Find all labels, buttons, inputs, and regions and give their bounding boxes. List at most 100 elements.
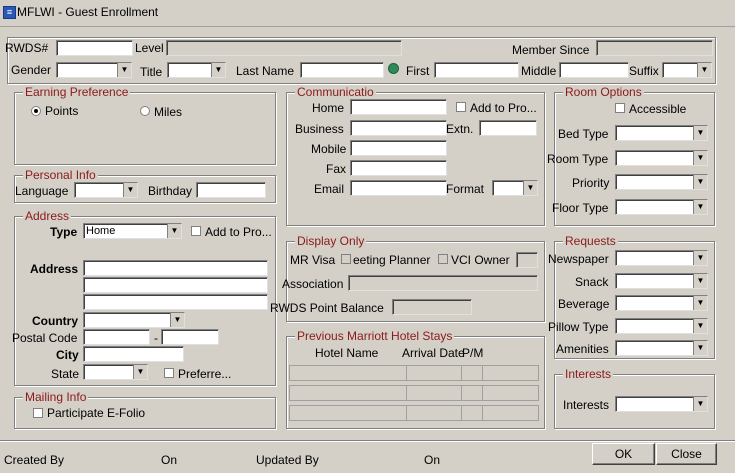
address-line3-input[interactable] [83,294,268,310]
rwds-point-balance-field [392,299,472,315]
created-by-label: Created By [4,453,65,467]
chevron-down-icon: ▼ [693,151,707,165]
previous-stays-title: Previous Marriott Hotel Stays [295,329,455,343]
newspaper-select[interactable]: ▼ [615,250,708,266]
footer-divider [0,440,735,442]
amenities-select[interactable]: ▼ [615,340,708,356]
state-select[interactable]: ▼ [83,364,148,380]
participate-efolio-checkbox[interactable] [33,408,43,418]
last-name-label: Last Name [236,64,295,78]
first-name-input[interactable] [434,62,519,78]
postal-code-ext-input[interactable] [161,329,219,345]
email-format-label: Format [446,182,485,196]
rwds-point-balance-label: RWDS Point Balance [270,301,384,315]
home-phone-input[interactable] [350,99,447,115]
email-input[interactable] [350,180,447,196]
table-cell[interactable] [482,365,539,381]
room-type-label: Room Type [547,152,609,166]
gender-select[interactable]: ▼ [56,62,132,78]
room-type-select[interactable]: ▼ [615,150,708,166]
miles-radio[interactable] [140,106,150,116]
accessible-checkbox[interactable] [615,103,625,113]
rwds-input[interactable] [56,40,133,56]
city-input[interactable] [83,346,184,362]
table-cell[interactable] [461,405,483,421]
chevron-down-icon: ▼ [117,63,131,77]
suffix-select[interactable]: ▼ [662,62,712,78]
floor-type-label: Floor Type [552,201,609,215]
address-label: Address [30,262,79,276]
column-hotel-name: Hotel Name [315,346,379,360]
title-bar: ≡ MFLWI - Guest Enrollment [0,0,735,27]
earning-preference-title: Earning Preference [23,85,131,99]
table-cell[interactable] [406,385,462,401]
preferred-address-checkbox[interactable] [164,368,174,378]
address-type-select[interactable]: Home ▼ [83,223,182,239]
table-cell[interactable] [406,365,462,381]
table-cell[interactable] [406,405,462,421]
interests-label: Interests [563,398,610,412]
mobile-phone-input[interactable] [350,140,447,156]
amenities-label: Amenities [556,342,609,356]
table-cell[interactable] [461,365,483,381]
address-type-value: Home [86,225,116,237]
member-since-label: Member Since [512,43,590,57]
address-line1-input[interactable] [83,260,268,276]
fax-input[interactable] [350,160,447,176]
interests-title: Interests [563,367,614,381]
communication-title: Communicatio [295,85,376,99]
business-phone-input[interactable] [350,120,447,136]
chevron-down-icon: ▼ [693,175,707,189]
mr-visa-checkbox [341,254,351,264]
home-phone-label: Home [312,101,345,115]
interests-select[interactable]: ▼ [615,396,708,412]
window-title: MFLWI - Guest Enrollment [17,5,159,19]
meeting-planner-checkbox [438,254,448,264]
birthday-input[interactable] [196,182,266,198]
address-line2-input[interactable] [83,277,268,293]
priority-select[interactable]: ▼ [615,174,708,190]
close-button[interactable]: Close [656,443,717,465]
table-cell[interactable] [461,385,483,401]
language-select[interactable]: ▼ [74,182,138,198]
city-label: City [56,348,79,362]
address-title: Address [23,209,72,223]
extension-input[interactable] [479,120,537,136]
middle-name-input[interactable] [559,62,629,78]
snack-label: Snack [575,275,609,289]
chevron-down-icon: ▼ [693,296,707,310]
last-name-input[interactable] [300,62,384,78]
points-radio[interactable] [31,106,41,116]
vci-owner-field [516,252,538,268]
vci-owner-label: VCI Owner [451,253,510,267]
postal-separator: - [154,331,158,345]
title-select[interactable]: ▼ [167,62,226,78]
table-cell[interactable] [482,385,539,401]
ok-button[interactable]: OK [592,443,655,465]
table-cell[interactable] [482,405,539,421]
beverage-select[interactable]: ▼ [615,295,708,311]
table-cell[interactable] [289,385,407,401]
address-type-label: Type [50,225,78,239]
postal-code-input[interactable] [83,329,150,345]
points-label: Points [45,104,79,118]
business-phone-label: Business [295,122,344,136]
middle-name-label: Middle [521,64,557,78]
bed-type-select[interactable]: ▼ [615,125,708,141]
country-select[interactable]: ▼ [83,312,185,328]
table-cell[interactable] [289,405,407,421]
floor-type-select[interactable]: ▼ [615,199,708,215]
comm-add-to-profile-checkbox[interactable] [456,102,466,112]
globe-icon[interactable] [388,63,399,74]
created-on-label: On [161,453,178,467]
snack-select[interactable]: ▼ [615,273,708,289]
address-add-to-profile-checkbox[interactable] [191,226,201,236]
beverage-label: Beverage [558,297,610,311]
personal-info-title: Personal Info [23,168,98,182]
pillow-type-select[interactable]: ▼ [615,318,708,334]
email-format-select[interactable]: ▼ [492,180,538,196]
chevron-down-icon: ▼ [693,251,707,265]
table-cell[interactable] [289,365,407,381]
chevron-down-icon: ▼ [697,63,711,77]
requests-title: Requests [563,234,618,248]
